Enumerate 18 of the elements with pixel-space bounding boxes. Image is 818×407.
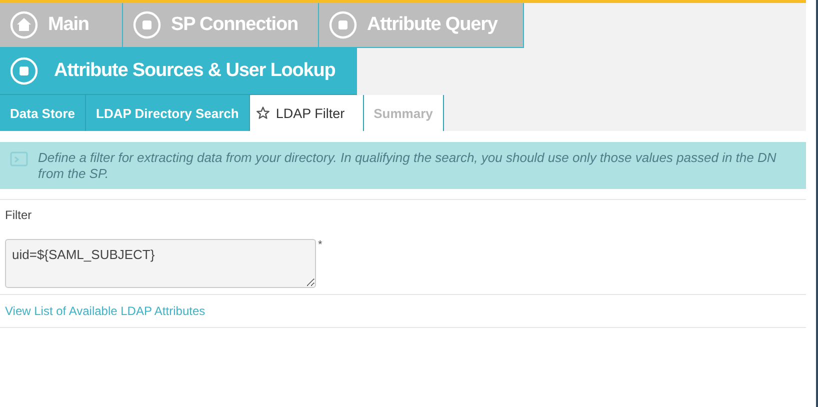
- wizard-step-tab[interactable]: Main: [0, 3, 123, 48]
- home-icon: [10, 11, 38, 39]
- wizard-step-tab[interactable]: SP Connection: [123, 3, 319, 48]
- star-icon: [256, 106, 270, 120]
- stop-icon: [10, 57, 38, 85]
- filter-field[interactable]: uid=${SAML_SUBJECT}: [5, 239, 316, 288]
- required-mark: *: [318, 239, 322, 251]
- stop-icon: [133, 11, 161, 39]
- sub-tab[interactable]: LDAP Directory Search: [86, 95, 250, 131]
- current-step-tab[interactable]: Attribute Sources & User Lookup: [0, 48, 357, 95]
- sub-tab[interactable]: Data Store: [0, 95, 86, 131]
- info-text: Define a filter for extracting data from your directory. In qualifying the search, you should use only those values passed in the DN from the SP.: [38, 150, 778, 182]
- attributes-link[interactable]: View List of Available LDAP Attributes: [5, 304, 206, 318]
- console-icon: [10, 151, 28, 167]
- field-label: Filter: [5, 208, 32, 222]
- wizard-step-tab[interactable]: Attribute Query: [319, 3, 524, 48]
- sub-tab[interactable]: LDAP Filter: [250, 95, 364, 131]
- stop-icon: [329, 11, 357, 39]
